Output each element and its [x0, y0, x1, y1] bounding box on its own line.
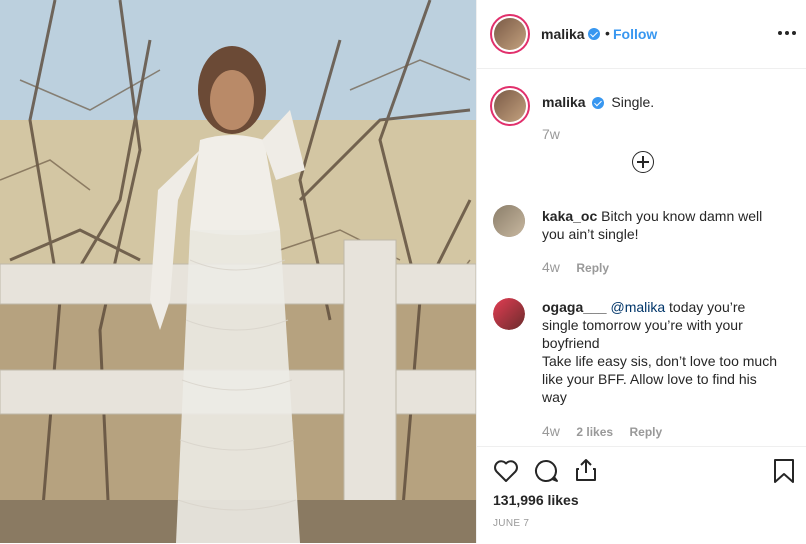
more-horizontal-icon[interactable] — [777, 24, 797, 42]
caption-avatar[interactable] — [490, 86, 530, 126]
comment-text-line: boyfriend — [542, 335, 600, 351]
likes-count[interactable]: 131,996 likes — [493, 492, 579, 508]
comment-username[interactable]: ogaga___ — [542, 299, 607, 315]
comment: ogaga___ @malika today you’re single tom… — [542, 298, 797, 406]
caption-text: Single. — [611, 94, 655, 110]
avatar-image — [493, 298, 525, 330]
post-photo[interactable] — [0, 0, 476, 543]
comment-text-line: today you’re — [669, 299, 746, 315]
comment-icon[interactable] — [533, 459, 559, 488]
caption-age: 7w — [542, 126, 560, 142]
reply-button[interactable]: Reply — [576, 261, 609, 275]
comment-text-line: single tomorrow you’re with your — [542, 317, 743, 333]
post-date: JUNE 7 — [493, 518, 530, 529]
comment-age: 4w — [542, 423, 560, 439]
reply-button[interactable]: Reply — [630, 425, 663, 439]
photo-scene — [0, 0, 476, 543]
comment-text-line: like your BFF. Allow love to find his — [542, 371, 757, 387]
commenter-avatar[interactable] — [493, 205, 525, 237]
author-username[interactable]: malika — [541, 26, 585, 42]
avatar-image — [493, 205, 525, 237]
comment-age: 4w — [542, 259, 560, 275]
avatar-image — [494, 18, 526, 50]
comment-mention[interactable]: @malika — [610, 299, 665, 315]
comment-text-line: you ain’t single! — [542, 226, 639, 242]
verified-badge-icon — [592, 97, 605, 110]
verified-badge-icon — [588, 28, 600, 40]
comment-text-line: Take life easy sis, don’t love too much — [542, 353, 778, 369]
follow-button[interactable]: Follow — [613, 26, 657, 42]
post-actions: 131,996 likes JUNE 7 — [477, 446, 806, 544]
comment-meta: 4w Reply — [542, 259, 609, 277]
avatar-image — [494, 90, 526, 122]
comment-meta: 4w 2 likes Reply — [542, 423, 662, 441]
comment: kaka_oc Bitch you know damn well you ain… — [542, 207, 792, 243]
post-header: malika • Follow — [477, 0, 806, 69]
caption-username[interactable]: malika — [542, 94, 586, 110]
load-more-icon[interactable] — [632, 151, 654, 173]
comment-likes[interactable]: 2 likes — [576, 425, 613, 439]
comment-text-line: way — [542, 389, 567, 405]
commenter-avatar[interactable] — [493, 298, 525, 330]
share-icon[interactable] — [573, 457, 599, 488]
caption: malika Single. — [542, 93, 654, 111]
bookmark-icon[interactable] — [773, 458, 795, 489]
post-panel: malika • Follow malika Single. 7w kaka_o… — [476, 0, 806, 543]
comment-text-line: Bitch you know damn well — [601, 208, 763, 224]
separator-dot: • — [605, 25, 610, 41]
author-avatar[interactable] — [490, 14, 530, 54]
heart-icon[interactable] — [493, 459, 519, 488]
comment-username[interactable]: kaka_oc — [542, 208, 597, 224]
